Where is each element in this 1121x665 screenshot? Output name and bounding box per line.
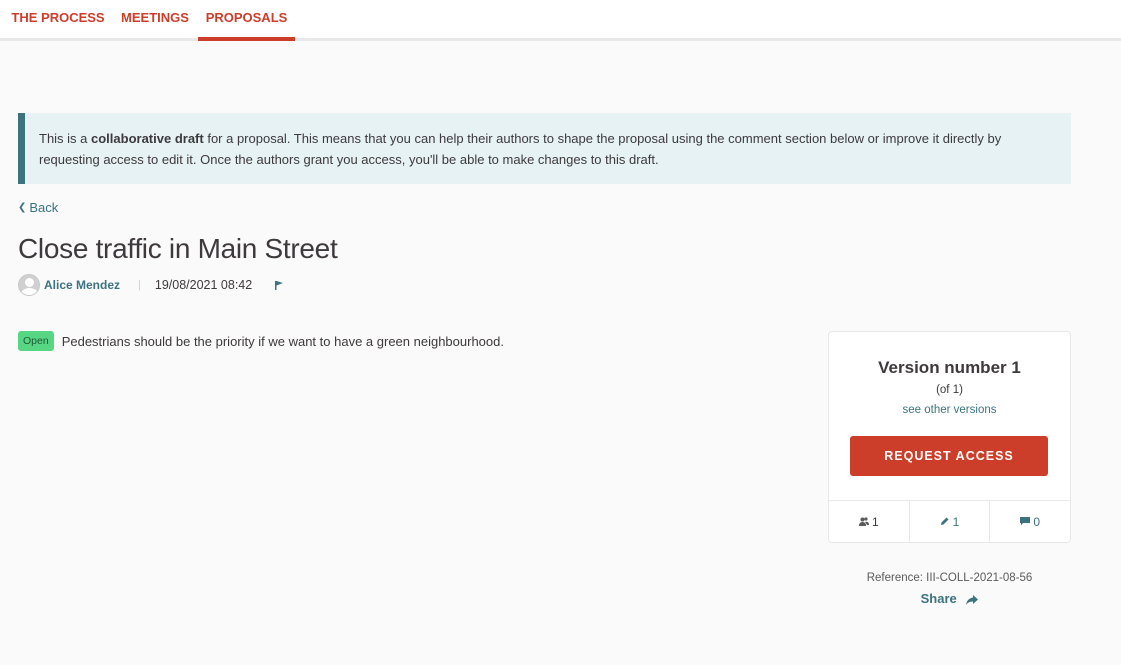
authors-count-value: 1: [871, 514, 879, 529]
publish-date: 19/08/2021 08:42: [154, 278, 253, 292]
version-card: Version number 1 (of 1) see other versio…: [828, 331, 1071, 543]
tab-meetings[interactable]: MEETINGS: [116, 0, 194, 41]
version-title: Version number 1: [878, 358, 1021, 377]
callout-text-prefix: This is a: [39, 131, 92, 146]
share-button[interactable]: Share: [828, 591, 1071, 606]
authors-count: 1: [829, 501, 910, 542]
flag-icon[interactable]: [274, 280, 284, 290]
back-link[interactable]: ❮ Back: [18, 200, 58, 215]
pencil-icon: [940, 515, 950, 529]
version-count: (of 1): [936, 384, 963, 396]
proposal-meta: Alice Mendez | 19/08/2021 08:42: [18, 274, 284, 296]
request-access-button[interactable]: REQUEST ACCESS: [850, 436, 1048, 476]
collaborative-draft-callout: This is a collaborative draft for a prop…: [18, 113, 1071, 184]
tab-the-process[interactable]: THE PROCESS: [8, 0, 108, 41]
back-label: Back: [29, 200, 59, 215]
comments-count[interactable]: 0: [990, 501, 1070, 542]
people-icon: [858, 515, 869, 529]
share-arrow-icon: [960, 591, 979, 606]
callout-text-bold: collaborative draft: [91, 131, 204, 146]
share-label: Share: [920, 591, 957, 606]
page-title: Close traffic in Main Street: [18, 233, 338, 264]
proposal-body-row: Open Pedestrians should be the priority …: [18, 331, 504, 351]
top-navigation: THE PROCESS MEETINGS PROPOSALS: [0, 0, 1121, 41]
status-badge: Open: [18, 331, 54, 351]
comment-icon: [1020, 515, 1031, 529]
author-link[interactable]: Alice Mendez: [44, 278, 120, 292]
versions-count-value: 1: [952, 514, 960, 529]
proposal-body: Pedestrians should be the priority if we…: [61, 333, 504, 349]
reference-text: Reference: III-COLL-2021-08-56: [866, 572, 1033, 584]
tab-proposals[interactable]: PROPOSALS: [198, 0, 295, 41]
meta-separator: |: [138, 279, 141, 291]
comments-count-value: 0: [1033, 514, 1041, 529]
see-other-versions-link[interactable]: see other versions: [829, 404, 1070, 416]
chevron-left-icon: ❮: [18, 202, 27, 213]
versions-count[interactable]: 1: [910, 501, 991, 542]
stats-bar: 1 1 0: [829, 500, 1070, 542]
avatar[interactable]: [18, 274, 40, 296]
